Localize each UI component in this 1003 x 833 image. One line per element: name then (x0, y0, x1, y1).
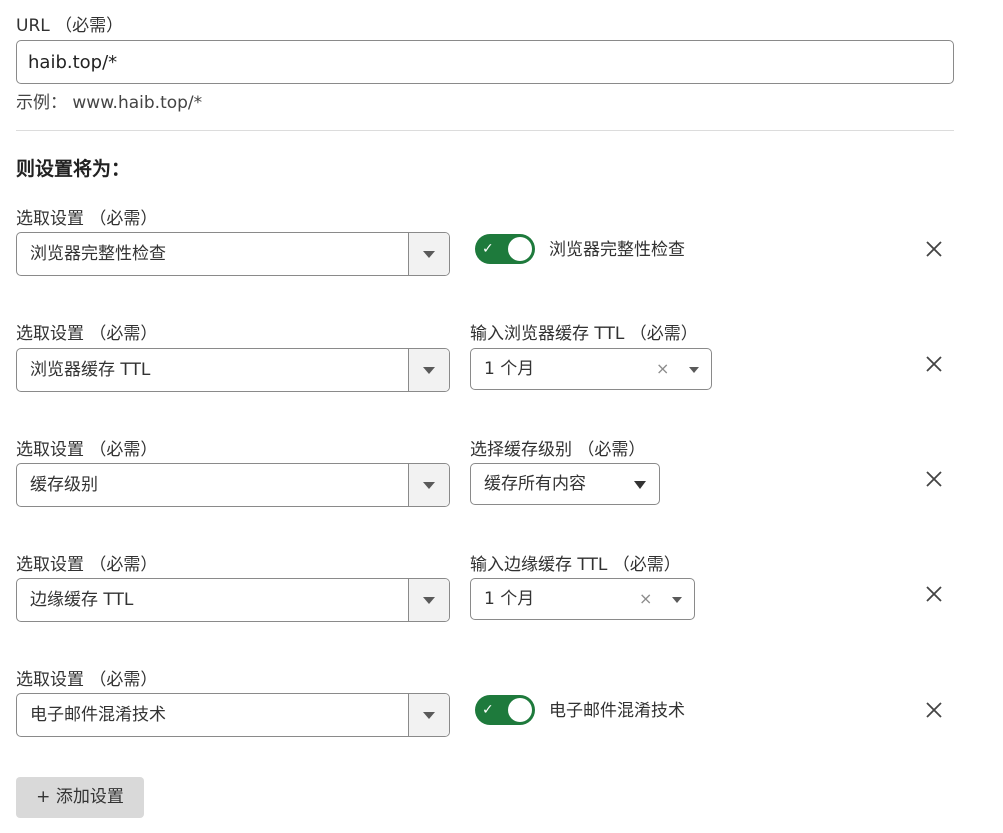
setting-select-label: 选取设置 （必需） (16, 555, 158, 575)
browser-ttl-select[interactable]: 1 个月 × (470, 348, 712, 390)
check-icon: ✓ (482, 241, 494, 257)
edge-ttl-label: 输入边缘缓存 TTL （必需） (470, 555, 681, 575)
toggle-knob (508, 237, 532, 261)
setting-select-value: 边缘缓存 TTL (30, 590, 134, 610)
section-title: 则设置将为： (16, 158, 131, 180)
divider (16, 130, 954, 131)
clear-icon[interactable]: × (656, 349, 669, 389)
setting-select-value: 缓存级别 (30, 475, 98, 495)
setting-select[interactable]: 浏览器缓存 TTL (16, 348, 450, 392)
add-setting-button[interactable]: + 添加设置 (16, 777, 144, 818)
chevron-down-icon (423, 597, 435, 604)
chevron-down-icon (423, 482, 435, 489)
cache-level-value: 缓存所有内容 (484, 474, 586, 494)
toggle-label: 电子邮件混淆技术 (549, 701, 685, 721)
close-icon (926, 586, 942, 602)
close-icon (926, 356, 942, 372)
setting-select-label: 选取设置 （必需） (16, 440, 158, 460)
setting-select-value: 电子邮件混淆技术 (30, 705, 166, 725)
dropdown-toggle[interactable] (408, 349, 449, 391)
clear-icon[interactable]: × (639, 579, 652, 619)
chevron-down-icon (423, 712, 435, 719)
url-hint: 示例： www.haib.top/* (16, 93, 203, 113)
browser-ttl-value: 1 个月 (484, 359, 535, 379)
remove-setting-button[interactable] (922, 352, 946, 376)
toggle-label: 浏览器完整性检查 (549, 240, 685, 260)
dropdown-toggle[interactable] (408, 694, 449, 736)
setting-select[interactable]: 电子邮件混淆技术 (16, 693, 450, 737)
remove-setting-button[interactable] (922, 698, 946, 722)
toggle-switch[interactable]: ✓ (475, 234, 535, 264)
cache-level-select[interactable]: 缓存所有内容 (470, 463, 660, 505)
remove-setting-button[interactable] (922, 237, 946, 261)
setting-select[interactable]: 浏览器完整性检查 (16, 232, 450, 276)
browser-ttl-label: 输入浏览器缓存 TTL （必需） (470, 324, 698, 344)
remove-setting-button[interactable] (922, 582, 946, 606)
setting-select-label: 选取设置 （必需） (16, 670, 158, 690)
dropdown-toggle[interactable] (408, 233, 449, 275)
setting-select-value: 浏览器完整性检查 (30, 244, 166, 264)
chevron-down-icon (423, 367, 435, 374)
dropdown-toggle[interactable] (408, 464, 449, 506)
setting-select-value: 浏览器缓存 TTL (30, 360, 151, 380)
chevron-down-icon[interactable] (672, 597, 682, 603)
cache-level-label: 选择缓存级别 （必需） (470, 440, 646, 460)
setting-select[interactable]: 缓存级别 (16, 463, 450, 507)
toggle-knob (508, 698, 532, 722)
url-label: URL （必需） (16, 16, 124, 36)
dropdown-toggle[interactable] (408, 579, 449, 621)
chevron-down-icon[interactable] (634, 481, 646, 489)
url-input[interactable] (16, 40, 954, 84)
close-icon (926, 241, 942, 257)
setting-select-label: 选取设置 （必需） (16, 209, 158, 229)
toggle-switch[interactable]: ✓ (475, 695, 535, 725)
edge-ttl-value: 1 个月 (484, 589, 535, 609)
setting-select[interactable]: 边缘缓存 TTL (16, 578, 450, 622)
chevron-down-icon (423, 251, 435, 258)
edge-ttl-select[interactable]: 1 个月 × (470, 578, 695, 620)
setting-select-label: 选取设置 （必需） (16, 324, 158, 344)
remove-setting-button[interactable] (922, 467, 946, 491)
close-icon (926, 702, 942, 718)
close-icon (926, 471, 942, 487)
chevron-down-icon[interactable] (689, 367, 699, 373)
check-icon: ✓ (482, 702, 494, 718)
